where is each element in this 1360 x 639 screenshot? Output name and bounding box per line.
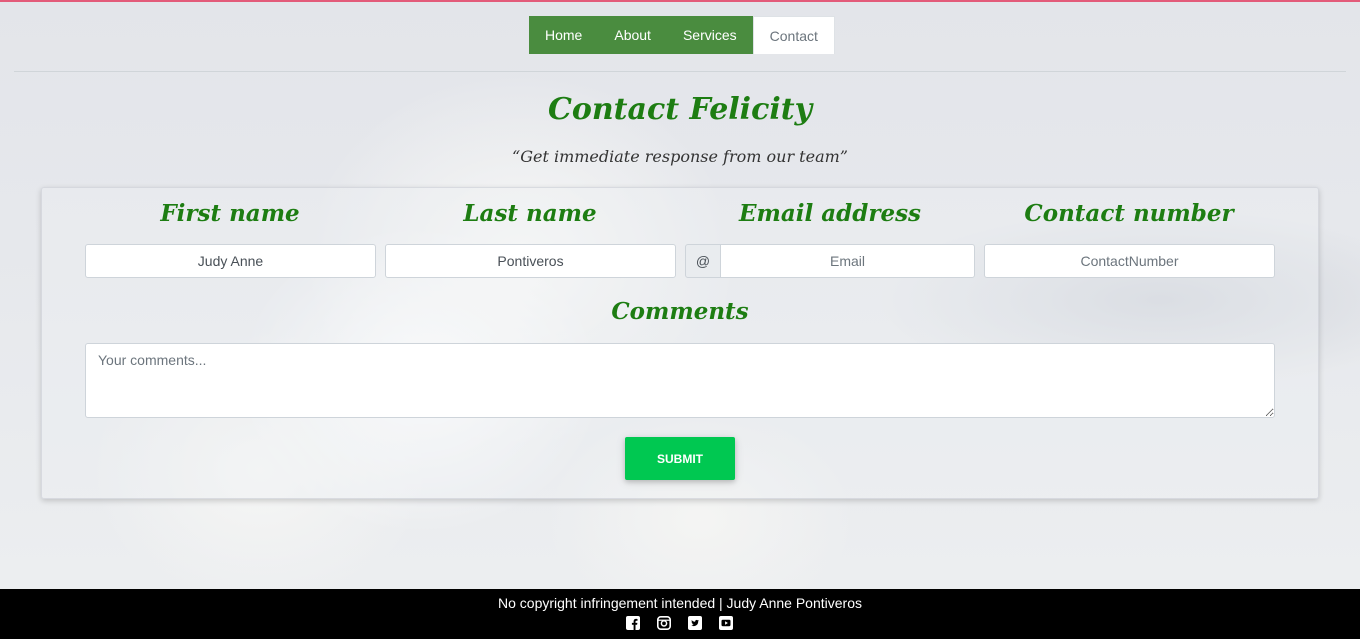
facebook-icon[interactable] bbox=[626, 616, 640, 630]
contact-number-label: Contact number bbox=[1024, 200, 1234, 227]
email-at-addon: @ bbox=[685, 244, 721, 278]
contact-number-input[interactable] bbox=[984, 244, 1275, 278]
twitter-icon[interactable] bbox=[688, 616, 702, 630]
first-name-input[interactable] bbox=[85, 244, 376, 278]
comments-textarea[interactable] bbox=[85, 343, 1275, 418]
nav-home[interactable]: Home bbox=[529, 16, 599, 54]
submit-button[interactable]: SUBMIT bbox=[625, 437, 735, 480]
last-name-label: Last name bbox=[463, 200, 597, 227]
email-label: Email address bbox=[739, 200, 921, 227]
footer-text: No copyright infringement intended | Jud… bbox=[498, 595, 862, 611]
instagram-icon[interactable] bbox=[657, 616, 671, 630]
top-accent-line bbox=[0, 0, 1360, 2]
nav-divider bbox=[14, 71, 1346, 72]
social-links bbox=[626, 616, 733, 630]
nav-services[interactable]: Services bbox=[666, 16, 753, 54]
last-name-input[interactable] bbox=[385, 244, 676, 278]
first-name-label: First name bbox=[160, 200, 300, 227]
email-input[interactable] bbox=[720, 244, 975, 278]
youtube-icon[interactable] bbox=[719, 616, 733, 630]
page-subtitle: “Get immediate response from our team” bbox=[512, 147, 848, 166]
page-title: Contact Felicity bbox=[547, 92, 813, 127]
nav-contact[interactable]: Contact bbox=[752, 16, 835, 54]
comments-label: Comments bbox=[611, 298, 749, 325]
footer: No copyright infringement intended | Jud… bbox=[0, 589, 1360, 639]
main-nav: Home About Services Contact bbox=[529, 16, 835, 54]
nav-about[interactable]: About bbox=[598, 16, 667, 54]
